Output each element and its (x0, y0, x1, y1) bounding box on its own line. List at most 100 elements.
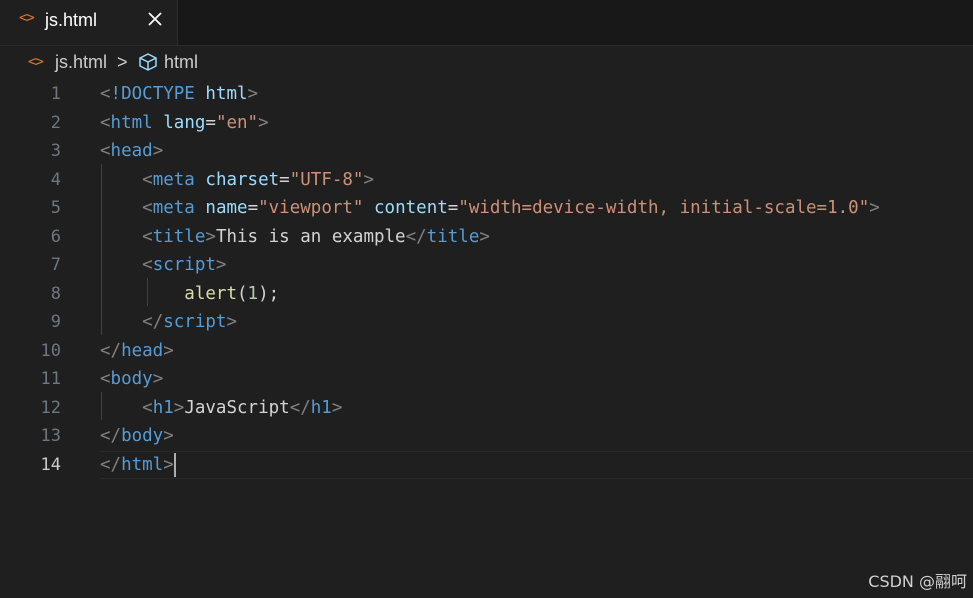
code-token: ); (258, 283, 280, 304)
code-line[interactable]: <head> (100, 137, 163, 165)
code-line[interactable]: <script> (100, 251, 226, 279)
line-number: 14 (40, 454, 61, 475)
breadcrumb-file[interactable]: js.html (55, 52, 107, 73)
code-token: > (247, 84, 259, 104)
code-token: 1 (247, 283, 259, 304)
code-token: > (163, 340, 174, 361)
code-token: script (152, 255, 216, 275)
line-number: 4 (50, 169, 61, 190)
code-token: > (331, 397, 343, 418)
code-token: < (142, 169, 153, 190)
code-token: > (479, 226, 490, 247)
code-token: < (142, 198, 153, 218)
code-token: </ (289, 397, 311, 418)
line-number: 13 (40, 426, 61, 446)
code-token: meta (152, 198, 195, 218)
code-token: < (100, 84, 111, 104)
line-number: 2 (50, 112, 61, 133)
code-line[interactable]: <title>This is an example</title> (100, 223, 490, 251)
line-number: 11 (40, 369, 61, 389)
code-line[interactable]: </script> (100, 308, 237, 336)
code-token: body (110, 369, 153, 389)
tab-bar: <> js.html (0, 0, 973, 46)
code-token: < (142, 397, 153, 418)
code-token: > (163, 454, 174, 475)
code-token: ( (236, 283, 248, 304)
line-number: 9 (50, 312, 61, 332)
code-token: > (152, 369, 164, 389)
breadcrumb-symbol[interactable]: html (164, 52, 198, 73)
html-file-icon: <> (19, 10, 35, 26)
line-number: 10 (40, 340, 61, 361)
code-token: title (426, 226, 480, 247)
code-line[interactable]: </body> (100, 422, 174, 450)
code-token: "UTF-8" (289, 169, 364, 190)
code-token: alert (184, 283, 237, 304)
code-line[interactable]: <meta name="viewport" content="width=dev… (100, 194, 880, 222)
code-token: This is an example (215, 226, 406, 247)
code-token: > (173, 397, 185, 418)
code-line[interactable]: <!DOCTYPE html> (100, 80, 258, 108)
code-line[interactable]: </html> (100, 451, 174, 479)
code-token: < (100, 369, 111, 389)
code-token: < (100, 141, 111, 161)
code-token: </ (405, 226, 427, 247)
code-line[interactable]: <meta charset="UTF-8"> (100, 166, 374, 194)
code-token: = (279, 169, 290, 190)
code-token: = (447, 198, 459, 218)
code-token: name (205, 198, 248, 218)
code-token: charset (205, 169, 280, 190)
code-token: > (258, 112, 269, 133)
code-token: meta (152, 169, 195, 190)
line-number: 8 (50, 283, 61, 304)
code-token: "width=device-width, initial-scale=1.0" (458, 198, 870, 218)
code-token: </ (142, 312, 164, 332)
code-token: > (163, 426, 174, 446)
symbol-cube-icon (137, 52, 159, 77)
close-icon[interactable] (144, 7, 166, 31)
code-token: head (110, 141, 153, 161)
tab-js-html[interactable]: <> js.html (0, 0, 178, 45)
code-token: </ (100, 340, 122, 361)
code-token: > (869, 198, 880, 218)
line-number: 3 (50, 141, 61, 161)
text-cursor (173, 452, 176, 477)
code-token: lang (163, 112, 206, 133)
code-token: content (374, 198, 448, 218)
code-token: !DOCTYPE (110, 84, 195, 104)
code-token: > (226, 312, 237, 332)
breadcrumb-separator: > (117, 52, 128, 72)
code-token: "en" (215, 112, 259, 133)
tab-label: js.html (45, 10, 98, 30)
code-line[interactable]: alert(1); (100, 280, 279, 308)
code-token: html (121, 454, 164, 475)
code-token: < (100, 112, 111, 133)
code-token: h1 (310, 397, 332, 418)
code-line[interactable]: <h1>JavaScript</h1> (100, 394, 342, 422)
code-token: h1 (152, 397, 174, 418)
code-editor[interactable]: 1 <!DOCTYPE html> 2 <html lang="en"> 3 <head>… (0, 79, 973, 598)
code-token: > (152, 141, 164, 161)
code-token: body (121, 426, 164, 446)
code-line[interactable]: </head> (100, 337, 174, 365)
code-token: = (247, 198, 259, 218)
code-token: "viewport" (258, 198, 364, 218)
line-number: 5 (50, 198, 61, 218)
code-token: html (110, 112, 153, 133)
code-token: = (205, 112, 216, 133)
code-token: JavaScript (184, 397, 290, 418)
code-line[interactable]: <body> (100, 365, 163, 393)
code-line[interactable]: <html lang="en"> (100, 109, 269, 137)
line-number: 7 (50, 255, 61, 275)
code-token: > (215, 255, 227, 275)
code-token: head (121, 340, 164, 361)
